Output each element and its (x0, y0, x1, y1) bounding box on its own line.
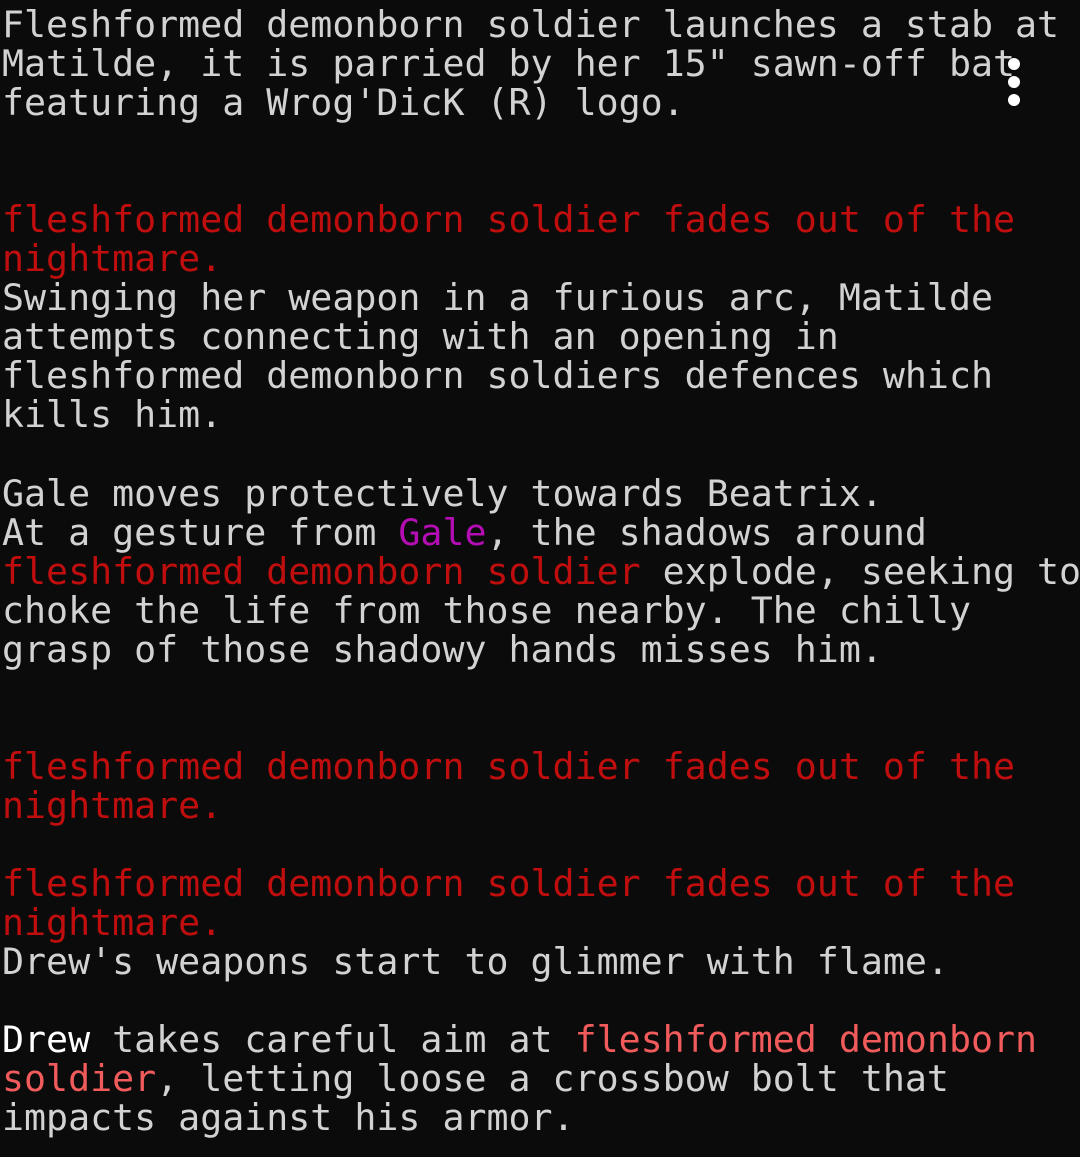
log-line: fleshformed demonborn soldier fades out … (2, 747, 1078, 786)
log-text: Gale (398, 510, 487, 554)
log-text: fleshformed demonborn soldier (2, 549, 641, 593)
log-text: soldier (2, 1057, 157, 1101)
log-line: Fleshformed demonborn soldier launches a… (2, 5, 1078, 44)
log-text: takes careful aim at (90, 1018, 575, 1062)
log-text: , the shadows around (486, 510, 927, 554)
log-line: Drew takes careful aim at fleshformed de… (2, 1020, 1078, 1059)
log-text: Gale moves protectively towards Beatrix. (2, 471, 883, 515)
log-line: fleshformed demonborn soldier fades out … (2, 200, 1078, 239)
log-line: fleshformed demonborn soldiers defences … (2, 356, 1078, 395)
log-text: attempts connecting with an opening in (2, 315, 839, 359)
log-text: Drew's weapons start to glimmer with fla… (2, 940, 949, 984)
log-text: explode, seeking to (640, 549, 1080, 593)
log-text: nightmare. (2, 901, 223, 945)
log-text: nightmare. (2, 783, 223, 827)
log-text: choke the life from those nearby. The ch… (2, 588, 971, 632)
log-line: nightmare. (2, 786, 1078, 825)
log-line: Gale moves protectively towards Beatrix. (2, 474, 1078, 513)
log-line: Matilde, it is parried by her 15" sawn-o… (2, 44, 1078, 83)
log-text: fleshformed demonborn (574, 1018, 1038, 1062)
log-line: featuring a Wrog'DicK (R) logo. (2, 83, 1078, 122)
log-text: fleshformed demonborn soldiers defences … (2, 354, 993, 398)
log-text: impacts against his armor. (2, 1096, 575, 1140)
log-text: fleshformed demonborn soldier fades out … (2, 744, 1016, 788)
log-text: nightmare. (2, 237, 223, 281)
log-text: , letting loose a crossbow bolt that (156, 1057, 949, 1101)
log-line: nightmare. (2, 903, 1078, 942)
log-text: Drew (2, 1018, 91, 1062)
log-text: At a gesture from (2, 510, 399, 554)
log-text: kills him. (2, 393, 223, 437)
log-line: choke the life from those nearby. The ch… (2, 591, 1078, 630)
log-text: Fleshformed demonborn soldier launches a… (2, 3, 1060, 46)
log-text: Swinging her weapon in a furious arc, Ma… (2, 276, 993, 320)
log-text: Matilde, it is parried by her 15" sawn-o… (2, 42, 1016, 86)
log-line: At a gesture from Gale, the shadows arou… (2, 513, 1078, 552)
log-line: Swinging her weapon in a furious arc, Ma… (2, 278, 1078, 317)
log-text: fleshformed demonborn soldier fades out … (2, 862, 1016, 906)
log-line: grasp of those shadowy hands misses him. (2, 630, 1078, 669)
log-line: fleshformed demonborn soldier explode, s… (2, 549, 1080, 593)
log-line: kills him. (2, 395, 1078, 434)
game-log: Fleshformed demonborn soldier launches a… (2, 5, 1080, 1137)
overflow-menu-button[interactable] (1000, 56, 1028, 112)
log-line: attempts connecting with an opening in (2, 317, 1078, 356)
log-line: Drew's weapons start to glimmer with fla… (2, 942, 1078, 981)
log-line: impacts against his armor. (2, 1098, 1078, 1137)
log-text: featuring a Wrog'DicK (R) logo. (2, 81, 685, 125)
log-text: fleshformed demonborn soldier fades out … (2, 198, 1016, 242)
log-line: soldier, letting loose a crossbow bolt t… (2, 1059, 1078, 1098)
log-line: fleshformed demonborn soldier fades out … (2, 864, 1078, 903)
log-line: nightmare. (2, 239, 1078, 278)
log-text: grasp of those shadowy hands misses him. (2, 627, 883, 671)
